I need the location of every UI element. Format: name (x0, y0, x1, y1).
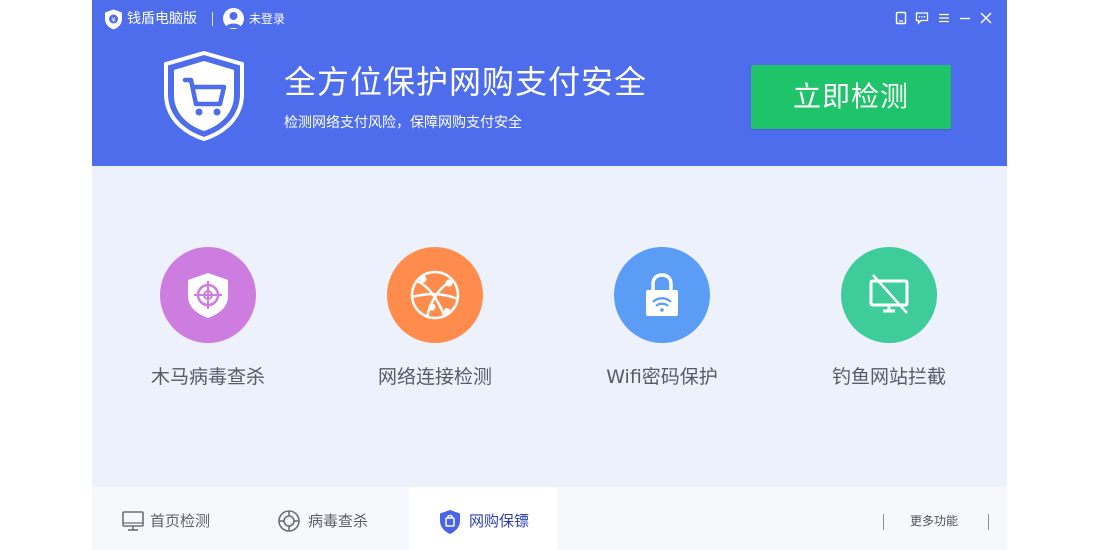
menu-icon[interactable] (937, 11, 951, 25)
monitor-icon (121, 509, 145, 533)
header-banner: ¥ 钱盾电脑版 未登录 全方位保护网购支付安全 检测网络支付风险，保障网购支付安… (92, 0, 1007, 166)
bottom-nav: 首页检测 病毒查杀 网购保镖 更多功能 (92, 487, 1007, 550)
divider (988, 514, 989, 530)
title-bar: ¥ 钱盾电脑版 未登录 (92, 0, 1007, 38)
wifi-lock-icon (614, 247, 710, 343)
more-features-link[interactable]: 更多功能 (910, 512, 958, 530)
hero-title: 全方位保护网购支付安全 (284, 63, 648, 101)
app-name: 钱盾电脑版 (127, 11, 197, 27)
tab-home-check[interactable]: 首页检测 (110, 487, 240, 550)
feature-label: Wifi密码保护 (606, 366, 718, 388)
network-globe-icon (387, 247, 483, 343)
crosshair-icon (277, 509, 301, 533)
tab-shopping-guard[interactable]: 网购保镖 (409, 487, 557, 550)
hero-subtitle: 检测网络支付风险，保障网购支付安全 (284, 115, 522, 131)
phishing-block-icon (841, 247, 937, 343)
feature-network-check[interactable]: 网络连接检测 (335, 247, 535, 397)
feature-phishing-block[interactable]: 钓鱼网站拦截 (789, 247, 989, 397)
feature-wifi-protect[interactable]: Wifi密码保护 (562, 247, 762, 397)
shopping-shield-icon (438, 509, 462, 534)
app-window: ¥ 钱盾电脑版 未登录 全方位保护网购支付安全 检测网络支付风险，保障网购支付安… (92, 0, 1007, 550)
feature-label: 钓鱼网站拦截 (831, 366, 946, 388)
tab-label: 网购保镖 (469, 512, 530, 530)
tab-virus-scan[interactable]: 病毒查杀 (267, 487, 397, 550)
avatar[interactable] (223, 8, 244, 29)
scan-now-button[interactable]: 立即检测 (751, 65, 951, 129)
feature-trojan-scan[interactable]: 木马病毒查杀 (108, 247, 308, 397)
minimize-icon[interactable] (958, 11, 972, 25)
feature-label: 木马病毒查杀 (150, 366, 265, 388)
feature-label: 网络连接检测 (377, 366, 492, 388)
skin-icon[interactable] (894, 11, 908, 25)
title-divider (212, 12, 213, 26)
svg-text:¥: ¥ (111, 16, 116, 24)
shopping-cart-shield-icon (162, 50, 246, 142)
login-status-link[interactable]: 未登录 (249, 10, 285, 28)
divider (883, 514, 884, 530)
close-icon[interactable] (979, 11, 993, 25)
app-logo-icon: ¥ (104, 9, 123, 30)
tab-label: 首页检测 (150, 512, 211, 530)
trojan-shield-icon (160, 247, 256, 343)
tab-label: 病毒查杀 (308, 512, 369, 530)
feedback-icon[interactable] (915, 11, 929, 25)
